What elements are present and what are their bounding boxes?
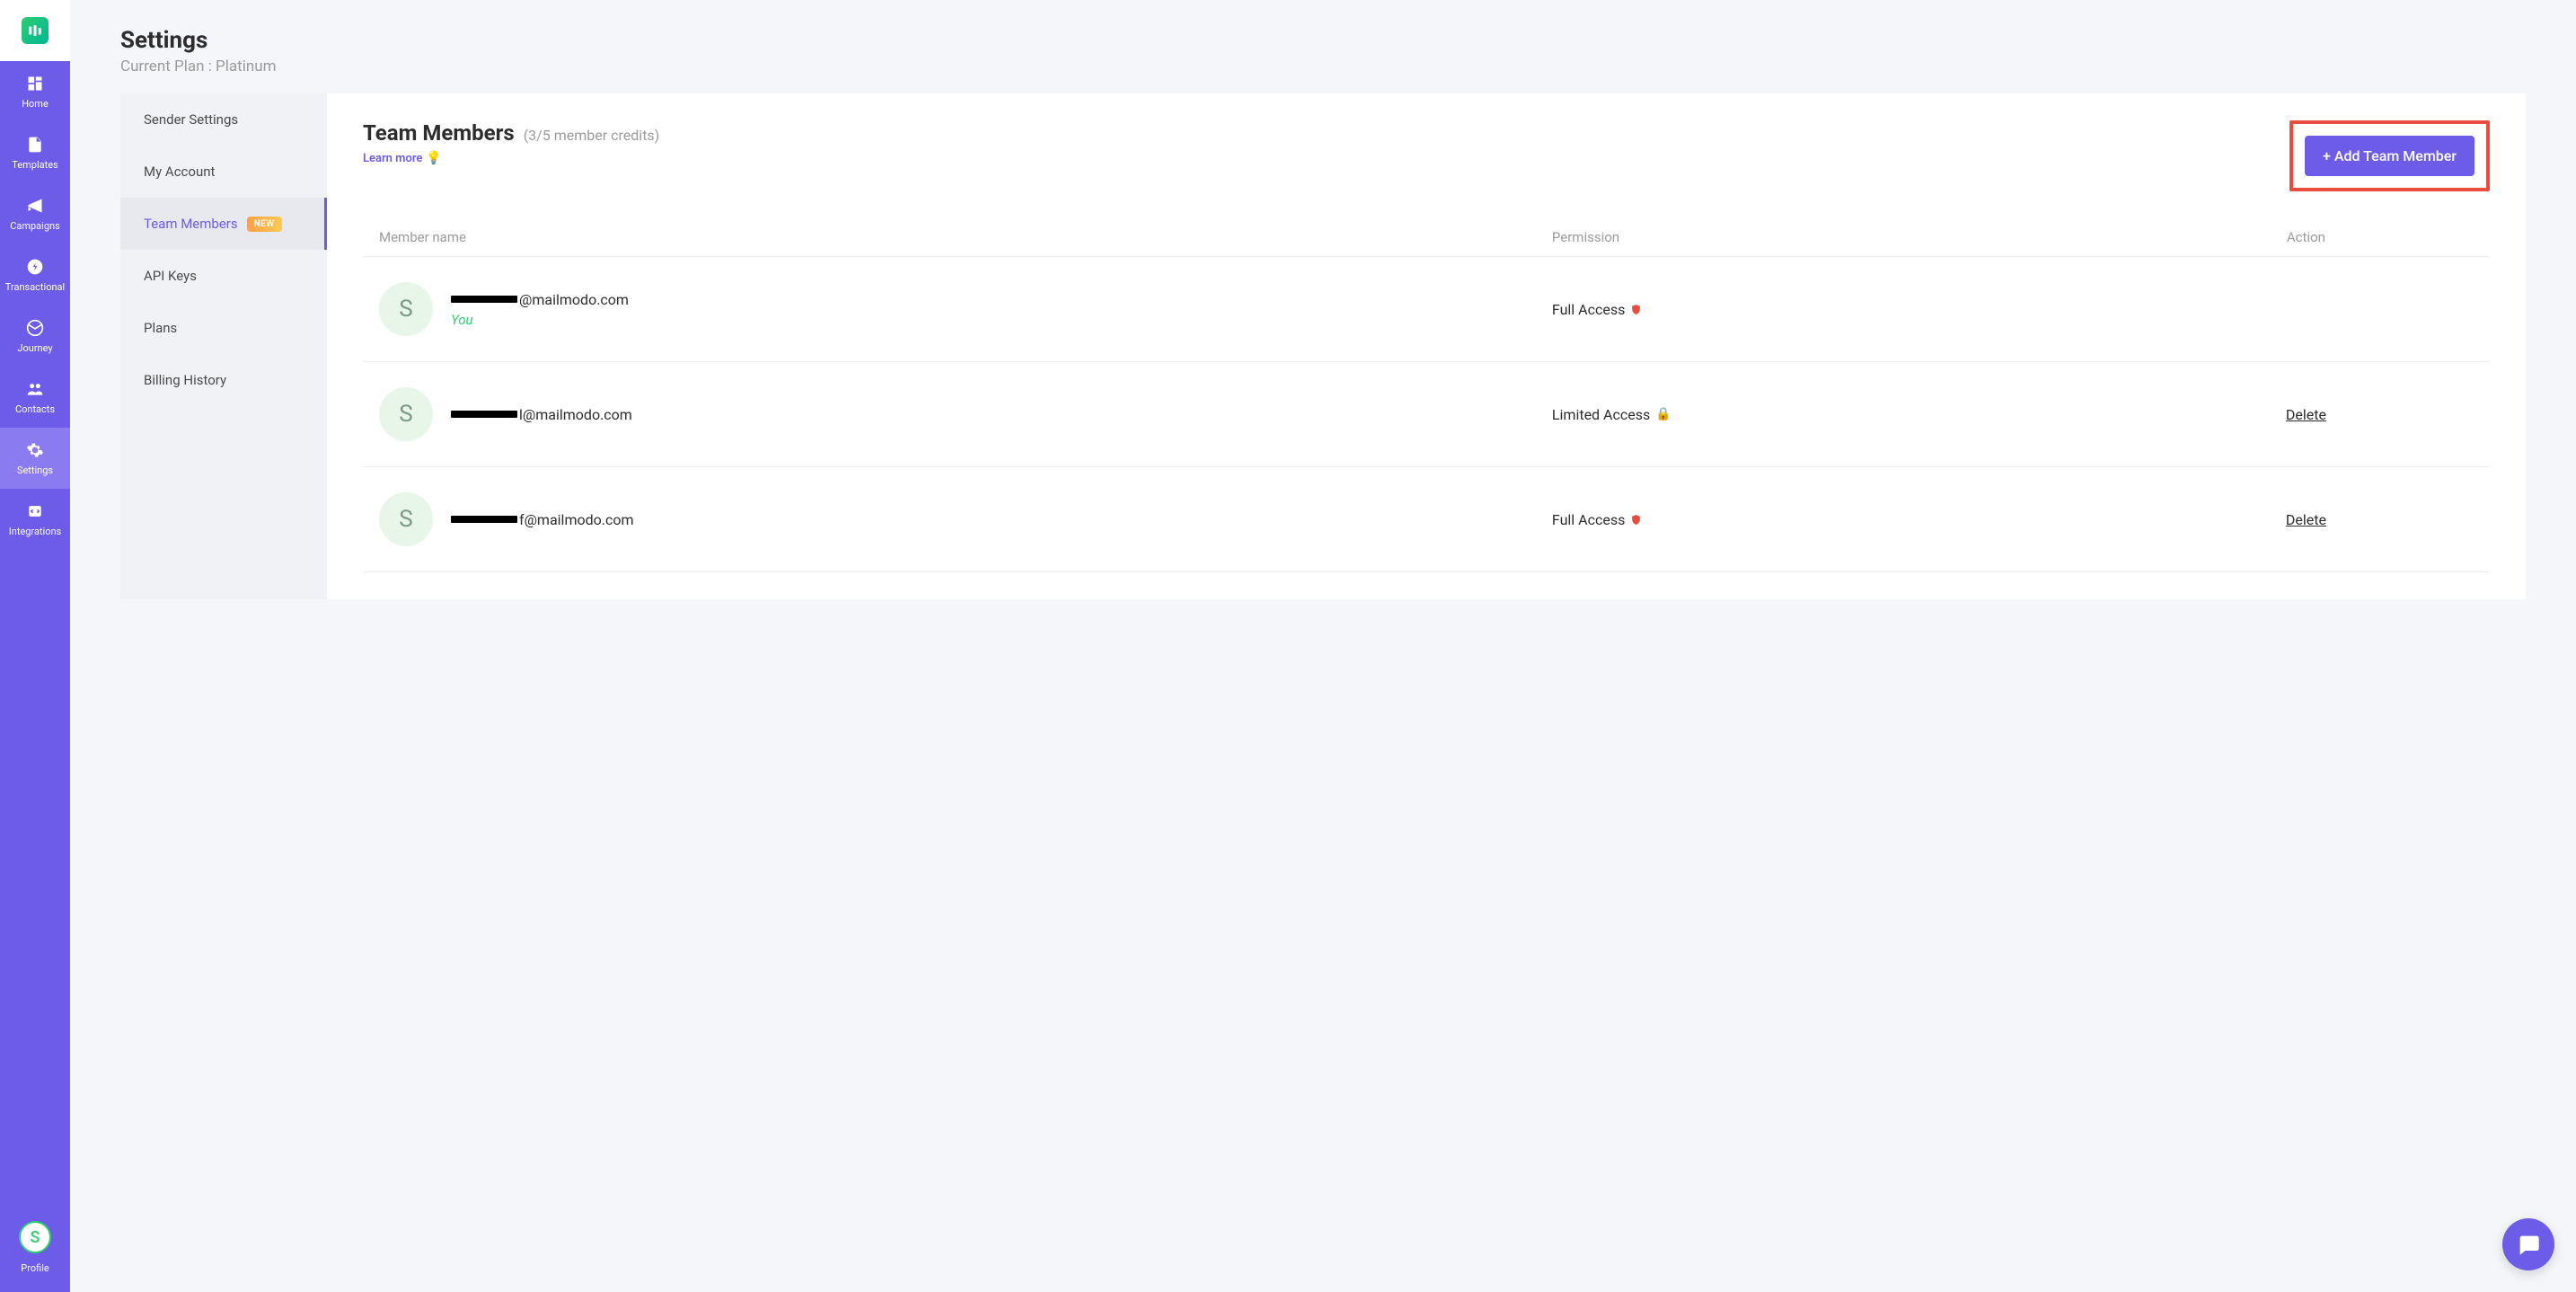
member-email: f@mailmodo.com [451, 511, 634, 528]
profile-initial: S [31, 1228, 40, 1247]
new-badge: NEW [247, 217, 282, 232]
permission-cell: Full Access [1552, 511, 2139, 528]
settings-icon [25, 440, 45, 460]
nav-label: Integrations [9, 526, 61, 537]
logo-area[interactable] [0, 0, 70, 61]
settings-nav-sender[interactable]: Sender Settings [120, 93, 327, 146]
settings-nav-label: Team Members [144, 216, 238, 232]
member-credits: (3/5 member credits) [524, 127, 660, 144]
settings-nav-label: My Account [144, 164, 215, 180]
profile-avatar: S [19, 1221, 51, 1253]
table-row: S l@mailmodo.com Limited Access 🔒 Delete [363, 362, 2490, 467]
member-avatar: S [379, 492, 433, 546]
permission-text: Full Access [1552, 511, 1625, 528]
action-cell: Delete [2139, 406, 2474, 423]
panel-header: Team Members (3/5 member credits) Learn … [363, 120, 2490, 191]
content-wrap: Sender Settings My Account Team Members … [70, 93, 2576, 635]
panel-title: Team Members [363, 120, 515, 146]
permission-cell: Limited Access 🔒 [1552, 406, 2139, 423]
page-header: Settings Current Plan : Platinum [70, 0, 2576, 93]
journey-icon [25, 318, 45, 338]
member-email: l@mailmodo.com [451, 406, 632, 423]
member-avatar: S [379, 387, 433, 441]
campaigns-icon [25, 196, 45, 216]
action-cell: Delete [2139, 511, 2474, 528]
templates-icon [25, 135, 45, 155]
settings-nav-label: Billing History [144, 372, 226, 388]
member-avatar: S [379, 282, 433, 336]
members-table: Member name Permission Action S @mailmod… [363, 218, 2490, 572]
permission-cell: Full Access [1552, 301, 2139, 318]
settings-nav-billing[interactable]: Billing History [120, 354, 327, 406]
main-content: Settings Current Plan : Platinum Sender … [70, 0, 2576, 1292]
nav-label: Profile [21, 1262, 49, 1274]
th-name: Member name [379, 229, 1552, 245]
delete-link[interactable]: Delete [2286, 406, 2326, 423]
table-row: S @mailmodo.com You Full Access [363, 257, 2490, 362]
redacted-text [451, 296, 517, 303]
table-row: S f@mailmodo.com Full Access Delete [363, 467, 2490, 572]
settings-nav-api[interactable]: API Keys [120, 250, 327, 302]
nav-label: Home [22, 98, 49, 110]
avatar-initial: S [399, 506, 412, 533]
avatar-initial: S [399, 401, 412, 428]
shield-icon [1630, 303, 1642, 316]
add-team-member-button[interactable]: + Add Team Member [2305, 136, 2475, 176]
delete-link[interactable]: Delete [2286, 511, 2326, 528]
nav-profile[interactable]: S Profile [0, 1208, 70, 1274]
th-action: Action [2139, 229, 2474, 245]
nav-settings[interactable]: Settings [0, 428, 70, 489]
settings-nav-plans[interactable]: Plans [120, 302, 327, 354]
sidebar: Home Templates Campaigns Transactional J… [0, 0, 70, 1292]
chat-widget-button[interactable] [2502, 1218, 2554, 1270]
member-email: @mailmodo.com [451, 291, 629, 308]
contacts-icon [25, 379, 45, 399]
transactional-icon [25, 257, 45, 277]
you-tag: You [451, 312, 629, 328]
table-header: Member name Permission Action [363, 218, 2490, 257]
redacted-text [451, 516, 517, 523]
settings-nav-label: API Keys [144, 268, 197, 284]
nav-integrations[interactable]: Integrations [0, 489, 70, 550]
nav-contacts[interactable]: Contacts [0, 367, 70, 428]
settings-nav: Sender Settings My Account Team Members … [120, 93, 327, 599]
nav-label: Transactional [5, 281, 65, 293]
nav-campaigns[interactable]: Campaigns [0, 183, 70, 244]
home-icon [25, 74, 45, 93]
learn-more-text: Learn more [363, 152, 422, 165]
lock-icon: 🔒 [1655, 407, 1671, 421]
nav-templates[interactable]: Templates [0, 122, 70, 183]
plan-subtitle: Current Plan : Platinum [120, 58, 2526, 75]
nav-label: Settings [17, 465, 53, 476]
integrations-icon [25, 501, 45, 521]
permission-text: Limited Access [1552, 406, 1650, 423]
nav-label: Campaigns [10, 220, 60, 232]
nav-home[interactable]: Home [0, 61, 70, 122]
highlight-annotation: + Add Team Member [2289, 120, 2490, 191]
learn-more-link[interactable]: Learn more 💡 [363, 151, 659, 165]
email-suffix: @mailmodo.com [519, 291, 629, 308]
th-permission: Permission [1552, 229, 2139, 245]
nav-label: Templates [12, 159, 57, 171]
email-suffix: l@mailmodo.com [519, 406, 632, 423]
nav-label: Journey [17, 342, 52, 354]
settings-nav-label: Plans [144, 320, 177, 336]
settings-nav-label: Sender Settings [144, 111, 238, 128]
nav-journey[interactable]: Journey [0, 305, 70, 367]
settings-nav-team[interactable]: Team Members NEW [120, 198, 327, 250]
settings-nav-account[interactable]: My Account [120, 146, 327, 198]
permission-text: Full Access [1552, 301, 1625, 318]
nav-transactional[interactable]: Transactional [0, 244, 70, 305]
email-suffix: f@mailmodo.com [519, 511, 634, 528]
chat-icon [2516, 1232, 2541, 1257]
team-panel: Team Members (3/5 member credits) Learn … [327, 93, 2526, 599]
app-logo-icon [22, 17, 49, 44]
avatar-initial: S [399, 296, 412, 323]
nav-label: Contacts [15, 403, 55, 415]
shield-icon [1630, 513, 1642, 527]
redacted-text [451, 411, 517, 418]
lightbulb-icon: 💡 [426, 151, 441, 165]
page-title: Settings [120, 27, 2526, 54]
